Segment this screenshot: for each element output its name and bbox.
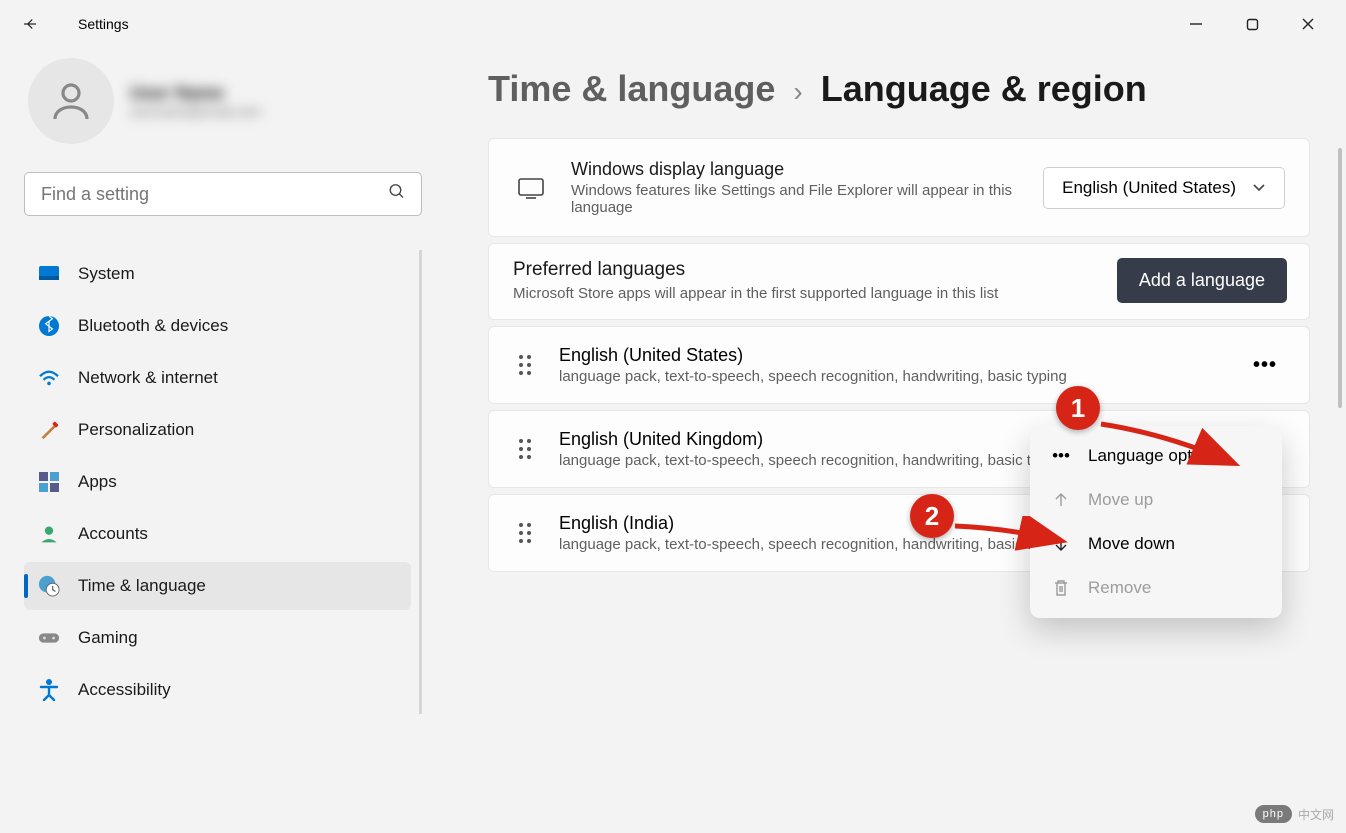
- menu-label: Remove: [1088, 578, 1151, 598]
- nav: System Bluetooth & devices Network & int…: [24, 250, 422, 714]
- sidebar-item-label: Apps: [78, 472, 117, 492]
- sidebar-item-accounts[interactable]: Accounts: [24, 510, 411, 558]
- search-input[interactable]: [24, 172, 422, 216]
- menu-remove: Remove: [1030, 566, 1282, 610]
- accessibility-icon: [38, 679, 60, 701]
- display-language-dropdown[interactable]: English (United States): [1043, 167, 1285, 209]
- close-button[interactable]: [1280, 4, 1336, 44]
- drag-handle[interactable]: [513, 438, 537, 460]
- gamepad-icon: [38, 627, 60, 649]
- chevron-down-icon: [1252, 183, 1266, 193]
- sidebar-item-label: Network & internet: [78, 368, 218, 388]
- breadcrumb: Time & language › Language & region: [488, 68, 1310, 110]
- avatar: [28, 58, 114, 144]
- menu-label: Move down: [1088, 534, 1175, 554]
- maximize-icon: [1246, 18, 1259, 31]
- sidebar-item-gaming[interactable]: Gaming: [24, 614, 411, 662]
- sidebar-item-accessibility[interactable]: Accessibility: [24, 666, 411, 714]
- language-name: English (United States): [559, 345, 1223, 366]
- sidebar-item-label: Time & language: [78, 576, 206, 596]
- apps-icon: [38, 471, 60, 493]
- display-icon: [513, 177, 549, 199]
- more-options-button[interactable]: •••: [1245, 345, 1285, 385]
- preferred-title: Preferred languages: [513, 259, 998, 281]
- annotation-badge-2: 2: [910, 494, 954, 538]
- search-box: [24, 172, 422, 216]
- sidebar-item-personalization[interactable]: Personalization: [24, 406, 411, 454]
- paintbrush-icon: [38, 419, 60, 441]
- display-language-card: Windows display language Windows feature…: [488, 138, 1310, 237]
- window-controls: [1168, 4, 1336, 44]
- minimize-button[interactable]: [1168, 4, 1224, 44]
- drag-handle[interactable]: [513, 354, 537, 376]
- dropdown-value: English (United States): [1062, 178, 1236, 198]
- language-features: language pack, text-to-speech, speech re…: [559, 368, 1223, 385]
- preferred-subtitle: Microsoft Store apps will appear in the …: [513, 285, 998, 302]
- annotation-badge-1: 1: [1056, 386, 1100, 430]
- grip-icon: [518, 438, 532, 460]
- language-item: English (United States) language pack, t…: [488, 326, 1310, 404]
- display-language-subtitle: Windows features like Settings and File …: [571, 182, 1021, 216]
- close-icon: [1301, 17, 1315, 31]
- scrollbar[interactable]: [1338, 148, 1342, 408]
- grip-icon: [518, 354, 532, 376]
- sidebar-item-label: Accounts: [78, 524, 148, 544]
- sidebar-item-bluetooth[interactable]: Bluetooth & devices: [24, 302, 411, 350]
- annotation-arrow-1: [1096, 414, 1246, 474]
- sidebar-item-label: System: [78, 264, 135, 284]
- menu-label: Move up: [1088, 490, 1153, 510]
- person-icon: [47, 77, 95, 125]
- preferred-languages-card: Preferred languages Microsoft Store apps…: [488, 243, 1310, 320]
- maximize-button[interactable]: [1224, 4, 1280, 44]
- add-language-button[interactable]: Add a language: [1117, 258, 1287, 303]
- titlebar: Settings: [0, 0, 1346, 48]
- arrow-up-icon: [1050, 492, 1072, 508]
- arrow-left-icon: [21, 15, 39, 33]
- chevron-right-icon: ›: [793, 76, 802, 108]
- watermark: php 中文网: [1255, 805, 1334, 823]
- wifi-icon: [38, 367, 60, 389]
- globe-clock-icon: [38, 575, 60, 597]
- page-title: Language & region: [821, 68, 1147, 110]
- grip-icon: [518, 522, 532, 544]
- sidebar-item-label: Accessibility: [78, 680, 171, 700]
- back-button[interactable]: [10, 4, 50, 44]
- account-icon: [38, 523, 60, 545]
- watermark-text: 中文网: [1298, 806, 1334, 823]
- sidebar-item-time-language[interactable]: Time & language: [24, 562, 411, 610]
- more-icon: •••: [1050, 446, 1072, 466]
- annotation-arrow-2: [950, 516, 1070, 556]
- user-meta: User Name username@email.com: [130, 83, 260, 119]
- sidebar-item-apps[interactable]: Apps: [24, 458, 411, 506]
- watermark-brand: php: [1255, 805, 1292, 823]
- sidebar-item-label: Personalization: [78, 420, 194, 440]
- sidebar-item-label: Bluetooth & devices: [78, 316, 228, 336]
- user-email: username@email.com: [130, 104, 260, 119]
- window-title: Settings: [78, 16, 129, 32]
- user-name: User Name: [130, 83, 260, 104]
- sidebar-item-label: Gaming: [78, 628, 138, 648]
- drag-handle[interactable]: [513, 522, 537, 544]
- monitor-icon: [38, 263, 60, 285]
- sidebar: User Name username@email.com System Blue…: [0, 48, 440, 833]
- trash-icon: [1050, 579, 1072, 597]
- sidebar-item-system[interactable]: System: [24, 250, 411, 298]
- search-icon: [388, 183, 406, 206]
- display-language-title: Windows display language: [571, 159, 1021, 180]
- breadcrumb-parent[interactable]: Time & language: [488, 68, 775, 110]
- bluetooth-icon: [38, 315, 60, 337]
- user-profile[interactable]: User Name username@email.com: [24, 58, 422, 144]
- minimize-icon: [1189, 17, 1203, 31]
- more-icon: •••: [1253, 354, 1277, 377]
- sidebar-item-network[interactable]: Network & internet: [24, 354, 411, 402]
